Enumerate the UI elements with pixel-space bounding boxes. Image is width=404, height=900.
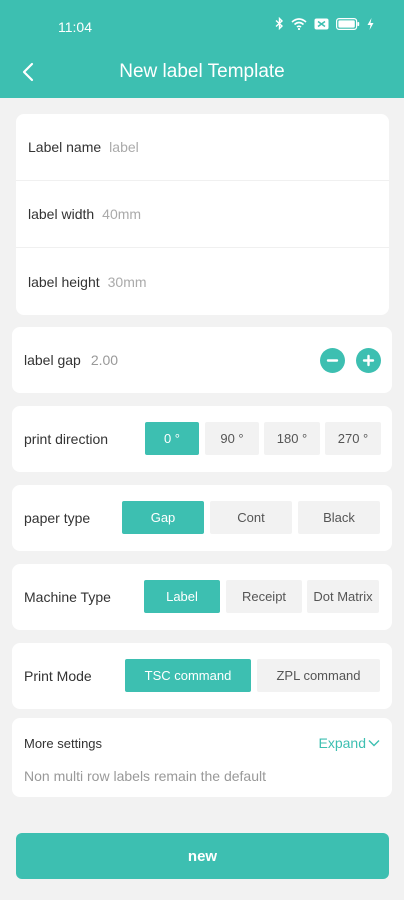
increase-gap-button[interactable]	[356, 348, 381, 373]
label-width-input[interactable]: 40mm	[102, 206, 141, 222]
more-settings-description: Non multi row labels remain the default	[24, 768, 267, 784]
direction-option-270[interactable]: 270 °	[325, 422, 381, 455]
direction-option-0[interactable]: 0 °	[145, 422, 199, 455]
print-direction-label: print direction	[24, 431, 109, 447]
direction-option-180[interactable]: 180 °	[264, 422, 320, 455]
nav-bar: New label Template	[0, 50, 404, 94]
more-settings-title: More settings	[24, 736, 103, 751]
paper-type-label: paper type	[24, 510, 91, 526]
paper-option-black[interactable]: Black	[298, 501, 380, 534]
machine-type-label: Machine Type	[24, 589, 111, 605]
paper-type-card: paper type Gap Cont Black	[12, 485, 392, 551]
label-gap-value[interactable]: 2.00	[91, 352, 118, 368]
label-name-row[interactable]: Label name label	[16, 114, 389, 181]
direction-option-90[interactable]: 90 °	[205, 422, 259, 455]
machine-type-card: Machine Type Label Receipt Dot Matrix	[12, 564, 392, 630]
paper-option-cont[interactable]: Cont	[210, 501, 292, 534]
charging-icon	[367, 17, 374, 30]
print-mode-card: Print Mode TSC command ZPL command	[12, 643, 392, 709]
page-title: New label Template	[119, 61, 285, 82]
bluetooth-icon	[275, 17, 284, 30]
label-height-row[interactable]: label height 30mm	[16, 248, 389, 315]
notification-box-icon	[314, 18, 329, 29]
print-mode-label: Print Mode	[24, 668, 92, 684]
label-gap-card: label gap 2.00	[12, 327, 392, 393]
app-header: 11:04 New label Template	[0, 0, 404, 98]
machine-option-label[interactable]: Label	[144, 580, 220, 613]
status-icons	[275, 17, 374, 30]
new-template-button[interactable]: new	[16, 833, 389, 879]
plus-icon	[362, 354, 375, 367]
decrease-gap-button[interactable]	[320, 348, 345, 373]
wifi-icon	[291, 17, 307, 30]
expand-button[interactable]: Expand	[319, 735, 380, 751]
expand-label: Expand	[318, 735, 366, 751]
more-settings-card: More settings Expand Non multi row label…	[12, 718, 392, 797]
status-bar: 11:04	[0, 0, 404, 56]
print-direction-card: print direction 0 ° 90 ° 180 ° 270 °	[12, 406, 392, 472]
paper-option-gap[interactable]: Gap	[122, 501, 204, 534]
label-name-input[interactable]: label	[109, 139, 139, 155]
minus-icon	[326, 359, 339, 362]
label-name-label: Label name	[28, 139, 102, 155]
label-info-card: Label name label label width 40mm label …	[16, 114, 389, 315]
machine-option-dot-matrix[interactable]: Dot Matrix	[307, 580, 379, 613]
print-mode-option-tsc[interactable]: TSC command	[125, 659, 251, 692]
chevron-down-icon	[368, 740, 380, 747]
label-width-label: label width	[28, 206, 95, 222]
print-mode-option-zpl[interactable]: ZPL command	[257, 659, 380, 692]
label-height-label: label height	[28, 273, 100, 290]
label-width-row[interactable]: label width 40mm	[16, 181, 389, 248]
label-gap-label: label gap	[24, 352, 81, 368]
label-height-input[interactable]: 30mm	[108, 274, 147, 290]
machine-option-receipt[interactable]: Receipt	[226, 580, 302, 613]
status-time: 11:04	[58, 19, 92, 35]
battery-icon	[336, 17, 360, 30]
